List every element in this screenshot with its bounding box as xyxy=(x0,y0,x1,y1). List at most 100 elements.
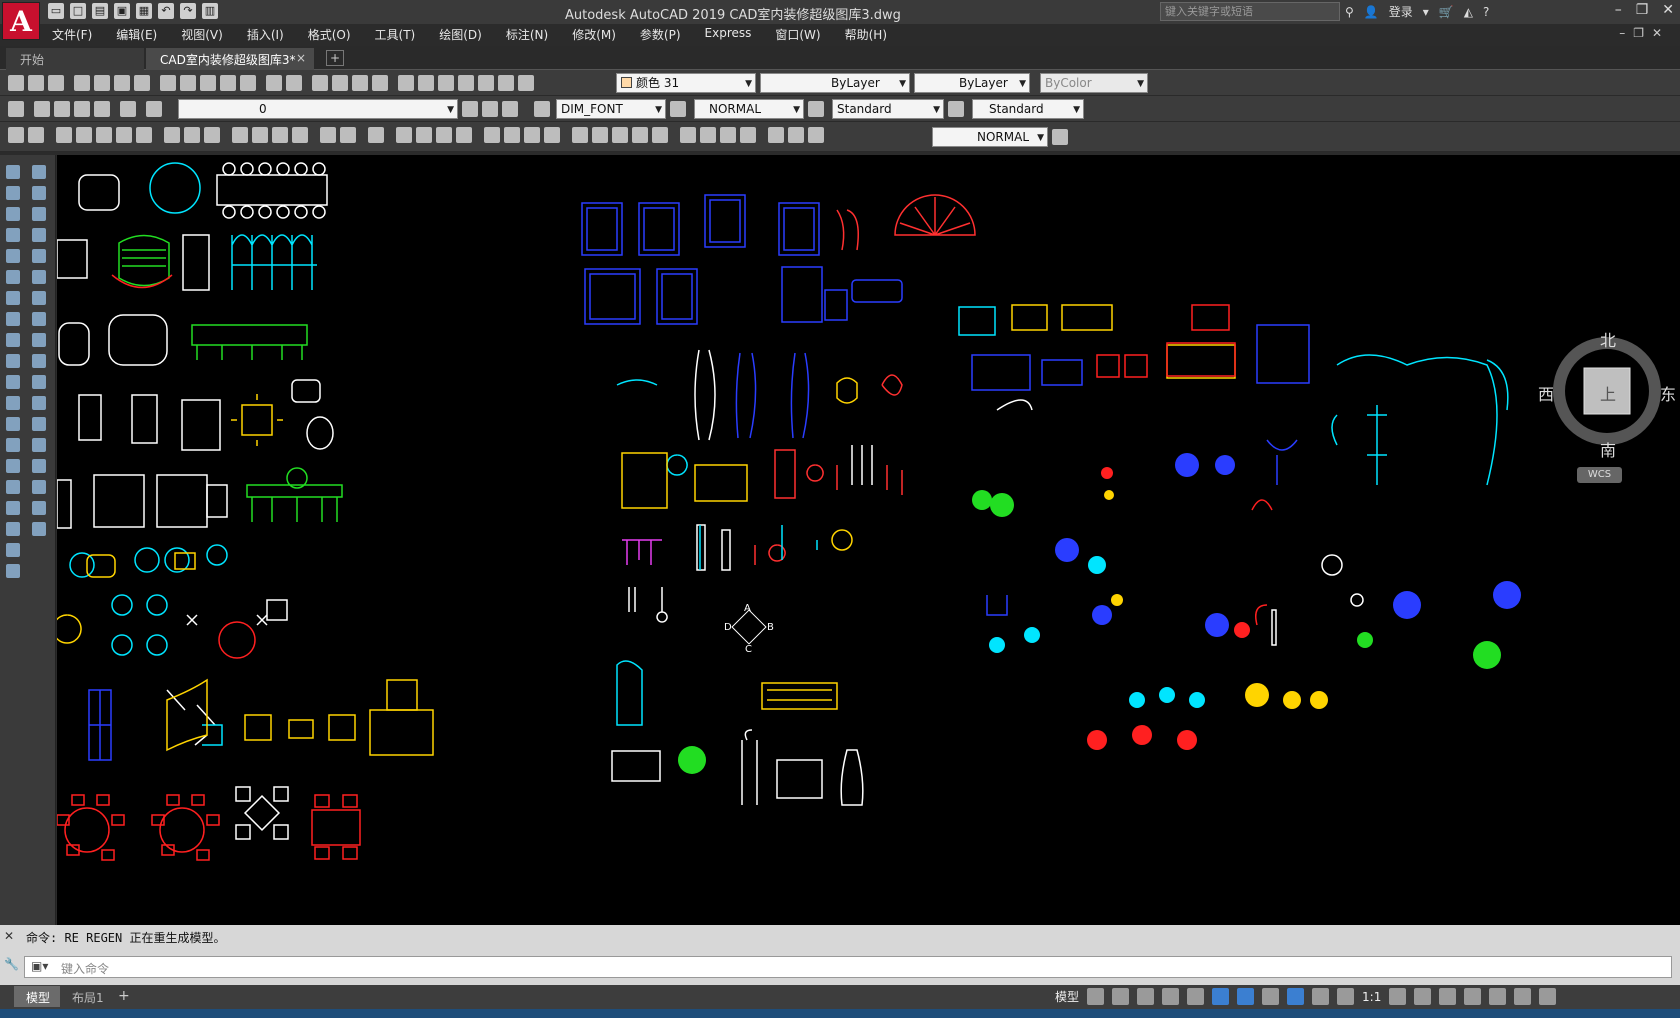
make-current-icon[interactable] xyxy=(462,101,478,117)
sheet-set-icon[interactable] xyxy=(458,75,474,91)
dim-style-manager-icon[interactable] xyxy=(1052,129,1068,145)
add-layout-button[interactable]: + xyxy=(118,988,130,1004)
hardware-accel-icon[interactable] xyxy=(1489,988,1507,1005)
polar-icon[interactable] xyxy=(1162,988,1180,1005)
dim-update-icon[interactable] xyxy=(808,127,824,143)
annotation-visibility-icon[interactable] xyxy=(1287,988,1305,1005)
insert-snap-icon[interactable] xyxy=(272,127,288,143)
paste-icon[interactable] xyxy=(200,75,216,91)
drawing-canvas[interactable]: A B C D 北 南 东 西 上 WCS xyxy=(57,155,1680,925)
undo-icon[interactable] xyxy=(266,75,282,91)
exchange-icon[interactable]: ◭ xyxy=(1464,5,1473,19)
dim-style-icon[interactable] xyxy=(670,101,686,117)
shaded-icon[interactable] xyxy=(74,101,90,117)
ellipse-arc-icon[interactable] xyxy=(6,375,20,389)
arc-length-icon[interactable] xyxy=(436,127,452,143)
table-style-icon[interactable] xyxy=(808,101,824,117)
menu-item[interactable]: 工具(T) xyxy=(363,24,428,44)
annotation-scale-value[interactable]: 1:1 xyxy=(1362,990,1381,1004)
units-icon[interactable] xyxy=(1439,988,1457,1005)
dim-space-icon[interactable] xyxy=(632,127,648,143)
menu-item[interactable]: 编辑(E) xyxy=(104,24,169,44)
ordinate-dim-icon[interactable] xyxy=(456,127,472,143)
dim-style-dropdown-2[interactable]: NORMAL xyxy=(932,127,1048,147)
linear-dim-icon[interactable] xyxy=(396,127,412,143)
diameter-dim-icon[interactable] xyxy=(524,127,540,143)
jogged-dim-icon[interactable] xyxy=(504,127,520,143)
cut-icon[interactable] xyxy=(160,75,176,91)
calculator-icon[interactable] xyxy=(498,75,514,91)
render-icon[interactable] xyxy=(120,101,136,117)
new-tab-button[interactable]: + xyxy=(326,50,344,66)
binoculars-icon[interactable]: ⚲ xyxy=(1345,5,1354,19)
viewcube-east[interactable]: 东 xyxy=(1660,381,1676,405)
continue-dim-icon[interactable] xyxy=(612,127,628,143)
polygon-icon[interactable] xyxy=(6,228,20,242)
viewcube-south[interactable]: 南 xyxy=(1600,437,1616,461)
stretch-icon[interactable] xyxy=(32,333,46,347)
print-icon[interactable] xyxy=(74,75,90,91)
wcs-button[interactable]: WCS xyxy=(1577,467,1622,483)
customize-status-icon[interactable] xyxy=(1539,988,1557,1005)
menu-item[interactable]: 插入(I) xyxy=(235,24,296,44)
save-as-icon[interactable]: ▦ xyxy=(136,3,152,19)
point-icon[interactable] xyxy=(6,438,20,452)
layer-dropdown[interactable]: 0 xyxy=(178,99,458,119)
intersection-icon[interactable] xyxy=(96,127,112,143)
help-icon[interactable]: ? xyxy=(1483,5,1489,19)
close-command-icon[interactable]: ✕ xyxy=(4,929,20,943)
design-center-icon[interactable] xyxy=(418,75,434,91)
text-style-dropdown[interactable]: DIM_FONT xyxy=(556,99,666,119)
join-icon[interactable] xyxy=(32,438,46,452)
gradient-icon[interactable] xyxy=(6,480,20,494)
login-link[interactable]: 登录 xyxy=(1389,3,1413,20)
tab-document[interactable]: CAD室内装修超级图库3* × xyxy=(146,48,314,70)
plus-icon[interactable] xyxy=(1414,988,1432,1005)
minimize-icon[interactable]: – xyxy=(1615,2,1622,18)
hatch-icon[interactable] xyxy=(6,459,20,473)
circle-icon[interactable] xyxy=(6,291,20,305)
3d-print-icon[interactable] xyxy=(134,75,150,91)
app-menu-button[interactable]: A xyxy=(2,2,40,40)
model-space-toggle[interactable]: 模型 xyxy=(1055,988,1079,1005)
perpendicular-icon[interactable] xyxy=(232,127,248,143)
break-point-icon[interactable] xyxy=(32,396,46,410)
dim-style-dropdown[interactable]: NORMAL xyxy=(694,99,804,119)
tab-model[interactable]: 模型 xyxy=(14,986,63,1007)
lineweight-icon[interactable] xyxy=(1262,988,1280,1005)
midpoint-icon[interactable] xyxy=(76,127,92,143)
workspace-gear-icon[interactable] xyxy=(1389,988,1407,1005)
annotation-scale-icon[interactable] xyxy=(1337,988,1355,1005)
snap-icon[interactable] xyxy=(1112,988,1130,1005)
menu-item[interactable]: 窗口(W) xyxy=(763,24,832,44)
blend-icon[interactable] xyxy=(32,501,46,515)
menu-item[interactable]: 帮助(H) xyxy=(833,24,899,44)
new-file-icon[interactable]: ▭ xyxy=(48,3,64,19)
chamfer-icon[interactable] xyxy=(32,459,46,473)
ortho-icon[interactable] xyxy=(1137,988,1155,1005)
copy-icon[interactable] xyxy=(180,75,196,91)
copy-icon[interactable] xyxy=(32,186,46,200)
offset-icon[interactable] xyxy=(32,228,46,242)
mleader-style-dropdown[interactable]: Standard xyxy=(972,99,1084,119)
from-icon[interactable] xyxy=(28,127,44,143)
osnap-icon[interactable] xyxy=(1237,988,1255,1005)
grid-icon[interactable] xyxy=(1087,988,1105,1005)
xline-icon[interactable] xyxy=(6,186,20,200)
radius-dim-icon[interactable] xyxy=(484,127,500,143)
snap-none-icon[interactable] xyxy=(340,127,356,143)
pan-icon[interactable] xyxy=(312,75,328,91)
dim-break-icon[interactable] xyxy=(652,127,668,143)
quadrant-icon[interactable] xyxy=(184,127,200,143)
properties-icon[interactable] xyxy=(398,75,414,91)
menu-item[interactable]: 标注(N) xyxy=(494,24,560,44)
array-icon[interactable] xyxy=(32,249,46,263)
layer-manager-icon[interactable] xyxy=(8,101,24,117)
scale-icon[interactable] xyxy=(32,312,46,326)
save-icon[interactable]: ▣ xyxy=(114,3,130,19)
viewcube-west[interactable]: 西 xyxy=(1538,381,1554,405)
menu-item[interactable]: Express xyxy=(693,24,764,44)
extension-icon[interactable] xyxy=(136,127,152,143)
explode-icon[interactable] xyxy=(32,522,46,536)
line-icon[interactable] xyxy=(6,165,20,179)
